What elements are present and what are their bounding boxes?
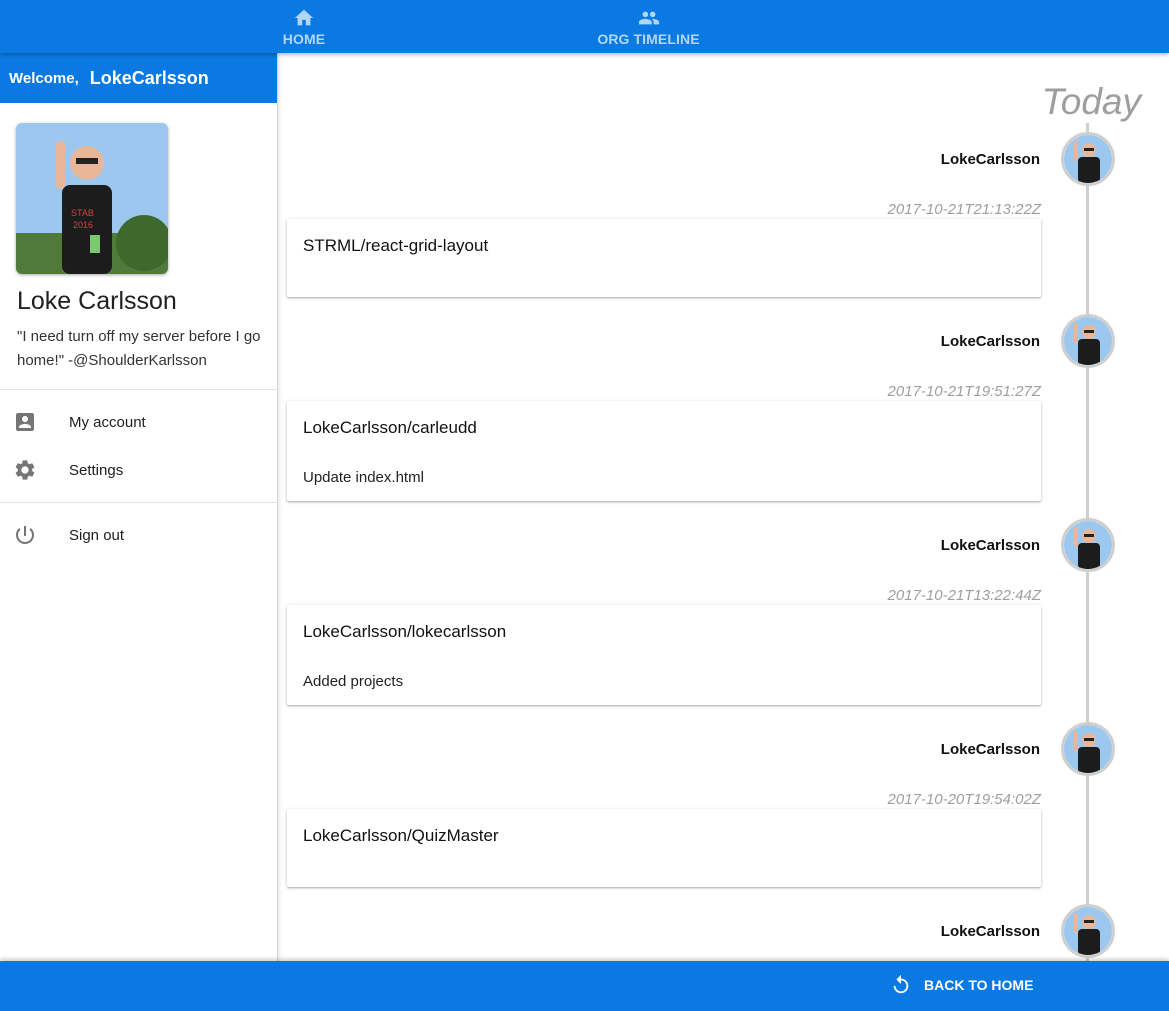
welcome-username: LokeCarlsson	[89, 67, 209, 88]
event-card[interactable]: LokeCarlsson/carleudd Update index.html	[287, 401, 1041, 501]
event-card[interactable]: LokeCarlsson/QuizMaster	[287, 809, 1041, 887]
profile-photo: STAB 2016	[16, 123, 168, 274]
avatar[interactable]	[1061, 518, 1115, 572]
welcome-bar: Welcome, LokeCarlsson	[0, 53, 277, 103]
event-card[interactable]: LokeCarlsson/lokecarlsson Added projects	[287, 605, 1041, 705]
people-icon	[638, 11, 659, 24]
entry-timestamp: 2017-10-21T21:13:22Z	[887, 201, 1041, 218]
sidebar: Welcome, LokeCarlsson STAB 2016 Loke Car…	[0, 53, 278, 961]
menu-item-label: My account	[69, 413, 146, 431]
card-repo-name: STRML/react-grid-layout	[303, 236, 489, 255]
profile-name: Loke Carlsson	[17, 287, 177, 315]
card-commit-message: Added projects	[303, 673, 404, 690]
gear-icon	[15, 460, 35, 480]
back-to-home-button[interactable]: BACK TO HOME	[890, 974, 1033, 996]
avatar[interactable]	[1061, 132, 1115, 186]
power-icon	[16, 526, 34, 544]
top-navigation: HOME ORG TIMELINE	[0, 0, 1169, 53]
svg-text:2016: 2016	[73, 220, 93, 230]
entry-username[interactable]: LokeCarlsson	[941, 537, 1040, 554]
welcome-label: Welcome,	[9, 69, 79, 87]
entry-timestamp: 2017-10-21T19:51:27Z	[887, 383, 1041, 400]
timeline-panel[interactable]: Today LokeCarlsson 2017-10-21T21:13:22Z …	[278, 53, 1169, 961]
entry-username[interactable]: LokeCarlsson	[941, 151, 1040, 168]
entry-username[interactable]: LokeCarlsson	[941, 333, 1040, 350]
profile-quote: "I need turn off my server before I go h…	[17, 328, 261, 369]
card-repo-name: LokeCarlsson/lokecarlsson	[303, 622, 507, 641]
tab-org-timeline[interactable]: ORG TIMELINE	[368, 0, 929, 53]
event-card[interactable]: STRML/react-grid-layout	[287, 219, 1041, 297]
menu-item-settings[interactable]: Settings	[0, 448, 277, 492]
entry-username[interactable]: LokeCarlsson	[941, 923, 1040, 940]
entry-timestamp: 2017-10-21T13:22:44Z	[887, 587, 1041, 604]
tab-home-label: HOME	[282, 30, 326, 47]
entry-username[interactable]: LokeCarlsson	[941, 741, 1040, 758]
menu-item-label: Settings	[69, 461, 124, 479]
account-box-icon	[16, 413, 34, 431]
home-icon	[294, 9, 314, 25]
menu-item-my-account[interactable]: My account	[0, 400, 277, 444]
card-repo-name: LokeCarlsson/carleudd	[303, 418, 477, 437]
back-to-home-label: BACK TO HOME	[924, 977, 1034, 993]
avatar[interactable]	[1061, 314, 1115, 368]
menu-item-label: Sign out	[69, 526, 125, 544]
avatar[interactable]	[1061, 722, 1115, 776]
avatar[interactable]	[1061, 904, 1115, 958]
card-repo-name: LokeCarlsson/QuizMaster	[303, 826, 499, 845]
divider	[0, 389, 277, 390]
undo-icon	[893, 974, 909, 994]
entry-timestamp: 2017-10-20T19:54:02Z	[887, 791, 1041, 808]
card-commit-message: Update index.html	[303, 469, 424, 486]
divider	[0, 502, 277, 503]
menu-item-sign-out[interactable]: Sign out	[0, 513, 277, 557]
tab-org-timeline-label: ORG TIMELINE	[597, 30, 700, 47]
timeline-header: Today	[1041, 81, 1141, 122]
bottom-bar: BACK TO HOME	[0, 961, 1169, 1011]
svg-text:STAB: STAB	[71, 208, 94, 218]
